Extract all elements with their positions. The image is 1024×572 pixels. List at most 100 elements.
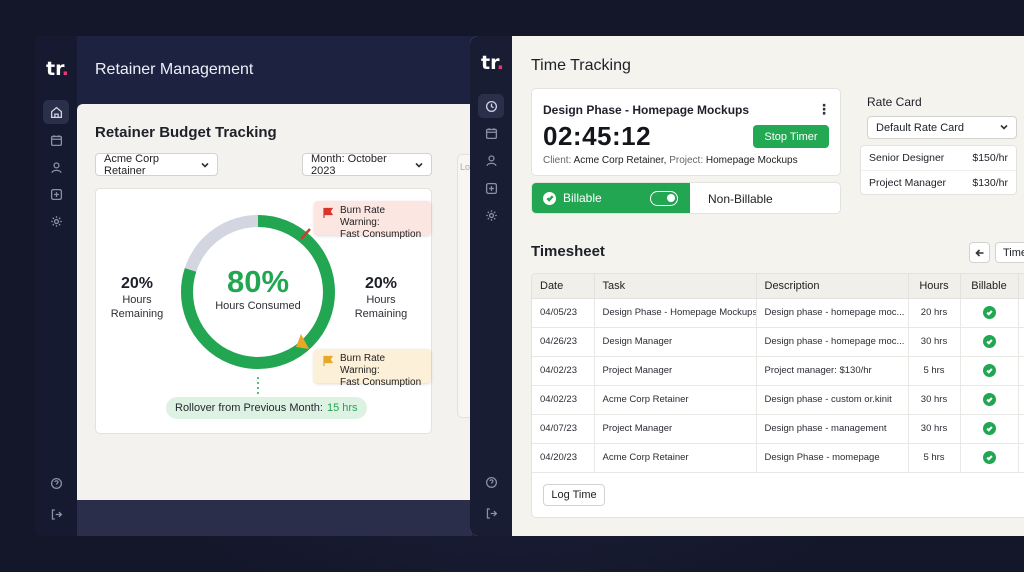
consumed-pct: 80% <box>226 264 290 299</box>
cell-task: Project Manager <box>594 356 757 386</box>
cell-extra <box>1018 414 1024 444</box>
remaining-label-left-1: Hours <box>122 294 152 306</box>
column-header-date[interactable]: Date <box>532 274 595 299</box>
left-sidebar: tr. <box>35 36 77 536</box>
user-icon[interactable] <box>478 148 504 172</box>
cell-extra <box>1018 298 1024 328</box>
settings-icon[interactable] <box>43 209 69 233</box>
hours-remaining-right: 20% Hours Remaining <box>341 275 421 321</box>
page-title: Retainer Management <box>95 61 254 78</box>
table-row[interactable]: 04/05/23 Design Phase - Homepage Mockups D… <box>532 298 1024 328</box>
user-icon[interactable] <box>43 155 69 179</box>
cell-date: 04/05/23 <box>532 298 595 328</box>
time-tracking-main: Time Tracking Design Phase - Homepage Mo… <box>512 36 1024 536</box>
billable-label: Billable <box>563 191 602 205</box>
toggle-switch[interactable] <box>650 191 678 206</box>
logout-icon[interactable] <box>43 502 69 526</box>
cell-date: 04/02/23 <box>532 356 595 386</box>
column-header-hours[interactable]: Hours <box>908 274 961 299</box>
billable-option[interactable]: Billable <box>532 183 690 213</box>
non-billable-option[interactable]: Non-Billable <box>708 192 773 206</box>
cell-extra <box>1018 385 1024 415</box>
rollover-label: Rollover from Previous Month: <box>175 402 323 414</box>
project-label: Project: <box>669 155 704 166</box>
calendar-icon[interactable] <box>43 128 69 152</box>
logout-icon[interactable] <box>478 501 504 525</box>
remaining-label-left-2: Remaining <box>110 308 164 320</box>
stop-timer-button[interactable]: Stop Timer <box>753 125 829 148</box>
cell-task: Project Manager <box>594 414 757 444</box>
column-header-billable[interactable]: Billable <box>960 274 1019 299</box>
rate-value: $150/hr <box>972 152 1008 164</box>
arrow-left-icon <box>974 248 983 257</box>
table-row[interactable]: 04/26/23 Design Manager Design phase - hom… <box>532 327 1024 357</box>
log-time-button[interactable]: Log Time <box>543 484 605 506</box>
cell-description: Design phase - homepage moc... <box>756 298 909 328</box>
rollover-value: 15 hrs <box>326 402 358 414</box>
rate-value: $130/hr <box>972 176 1008 189</box>
remaining-label-right-1: Hours <box>366 294 396 306</box>
calendar-icon[interactable] <box>478 121 504 145</box>
warning-bottom-line-2: Fast Consumption <box>340 377 422 388</box>
check-icon <box>543 191 556 205</box>
previous-period-button[interactable] <box>969 242 990 263</box>
budget-tracking-panel: Retainer Budget Tracking Acme Corp Retai… <box>77 104 477 500</box>
column-header-description[interactable]: Description <box>756 274 909 299</box>
app-logo[interactable]: tr. <box>481 52 504 74</box>
timesheet-card: Date Task Description Hours Billable 04/… <box>531 273 1024 518</box>
add-icon[interactable] <box>478 176 504 200</box>
help-icon[interactable] <box>43 471 69 495</box>
home-icon[interactable] <box>43 100 69 124</box>
billable-check-icon <box>982 451 996 464</box>
time-range-select[interactable]: Time <box>995 242 1024 263</box>
table-row[interactable]: 04/07/23 Project Manager Design phase - ma… <box>532 414 1024 444</box>
table-row[interactable]: 04/02/23 Acme Corp Retainer Design phase -… <box>532 385 1024 415</box>
app-logo[interactable]: tr. <box>46 58 69 80</box>
page-title: Time Tracking <box>531 57 631 74</box>
cell-hours: 30 hrs <box>908 327 961 357</box>
cell-task: Acme Corp Retainer <box>594 443 757 473</box>
table-row[interactable]: 04/20/23 Acme Corp Retainer Design Phase -… <box>532 443 1024 473</box>
add-icon[interactable] <box>43 182 69 206</box>
more-options-icon[interactable]: ⋮ <box>817 101 831 118</box>
cell-extra <box>1018 327 1024 357</box>
month-select-value: Month: October 2023 <box>311 152 387 177</box>
retainer-select[interactable]: Acme Corp Retainer <box>95 153 218 177</box>
cell-date: 04/02/23 <box>532 385 595 415</box>
cell-description: Design phase - custom or.kinit <box>756 385 909 415</box>
burn-rate-warning-bottom[interactable]: Burn Rate Warning: Fast Consumption <box>314 349 431 388</box>
warning-bottom-line-1: Burn Rate Warning: <box>340 353 386 376</box>
cell-billable <box>960 385 1019 415</box>
rate-card-title: Rate Card <box>867 95 922 109</box>
billable-check-icon <box>982 335 996 348</box>
month-select[interactable]: Month: October 2023 <box>302 152 432 177</box>
cell-date: 04/26/23 <box>532 327 595 357</box>
column-header-extra <box>1018 274 1024 299</box>
cell-date: 04/20/23 <box>532 443 595 473</box>
chevron-down-icon <box>201 161 209 169</box>
cell-hours: 5 hrs <box>908 356 961 386</box>
settings-icon[interactable] <box>478 203 504 227</box>
rate-row: Project Manager $130/hr <box>861 170 1016 194</box>
table-row[interactable]: 04/02/23 Project Manager Project manager: … <box>532 356 1024 386</box>
red-flag-icon <box>323 207 334 218</box>
left-header: Retainer Management <box>77 36 490 106</box>
rate-row: Senior Designer $150/hr <box>861 146 1016 170</box>
cell-task: Acme Corp Retainer <box>594 385 757 415</box>
table-header-row: Date Task Description Hours Billable <box>532 274 1024 299</box>
column-header-task[interactable]: Task <box>594 274 757 299</box>
panel-title: Retainer Budget Tracking <box>95 124 277 141</box>
billable-toggle[interactable]: Billable Non-Billable <box>531 182 841 214</box>
time-tracking-window: tr. Time Tracking Design Phase - Homepag… <box>470 36 1024 536</box>
cell-hours: 20 hrs <box>908 298 961 328</box>
right-sidebar: tr. <box>470 36 512 536</box>
warning-top-line-2: Fast Consumption <box>340 229 422 240</box>
clock-icon[interactable] <box>478 94 504 118</box>
remaining-pct-left: 20% <box>120 275 154 292</box>
billable-check-icon <box>982 393 996 406</box>
cell-extra <box>1018 443 1024 473</box>
help-icon[interactable] <box>478 470 504 494</box>
burn-rate-warning-top[interactable]: Burn Rate Warning: Fast Consumption <box>314 201 431 240</box>
rate-card-select[interactable]: Default Rate Card <box>867 116 1017 139</box>
cell-billable <box>960 443 1019 473</box>
